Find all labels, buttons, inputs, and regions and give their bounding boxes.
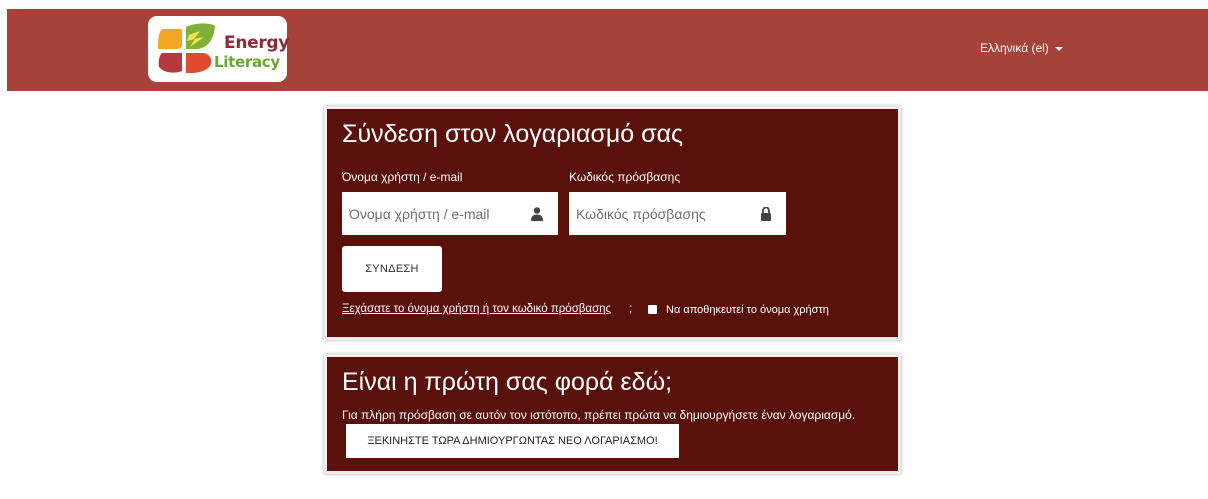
username-input[interactable] — [342, 192, 558, 235]
signup-description: Για πλήρη πρόσβαση σε αυτόν τον ιστότοπο… — [342, 408, 856, 422]
password-input[interactable] — [569, 192, 786, 235]
login-panel: Σύνδεση στον λογαριασμό σας Όνομα χρήστη… — [324, 106, 901, 340]
create-account-button[interactable]: ΞΕΚΙΝΗΣΤΕ ΤΩΡΑ ΔΗΜΙΟΥΡΓΩΝΤΑΣ ΝΕΟ ΛΟΓΑΡΙΑ… — [346, 424, 679, 458]
forgot-password-link[interactable]: Ξεχάσατε το όνομα χρήστη ή τον κωδικό πρ… — [342, 303, 611, 315]
language-label: Ελληνικά (el) — [980, 41, 1049, 55]
logo-word-energy: Energy — [224, 33, 290, 53]
remember-username-label[interactable]: Να αποθηκευτεί το όνομα χρήστη — [666, 304, 829, 316]
remember-username-checkbox[interactable] — [648, 305, 657, 314]
signup-panel: Είναι η πρώτη σας φορά εδώ; Για πλήρη πρ… — [324, 354, 901, 474]
user-icon — [531, 207, 543, 221]
login-button[interactable]: ΣΥΝΔΕΣΗ — [342, 246, 442, 292]
forgot-link-suffix: ; — [629, 303, 633, 315]
logo-word-literacy: Literacy — [214, 53, 280, 71]
logo-leaves-icon — [158, 23, 215, 73]
site-logo[interactable]: Energy Literacy — [148, 16, 290, 82]
username-label: Όνομα χρήστη / e-mail — [342, 170, 463, 184]
password-label: Κωδικός πρόσβασης — [569, 170, 681, 184]
caret-down-icon — [1054, 46, 1063, 51]
lock-icon — [761, 207, 771, 221]
language-menu[interactable]: Ελληνικά (el) — [980, 41, 1063, 55]
signup-title: Είναι η πρώτη σας φορά εδώ; — [342, 368, 673, 396]
login-title: Σύνδεση στον λογαριασμό σας — [342, 120, 684, 148]
